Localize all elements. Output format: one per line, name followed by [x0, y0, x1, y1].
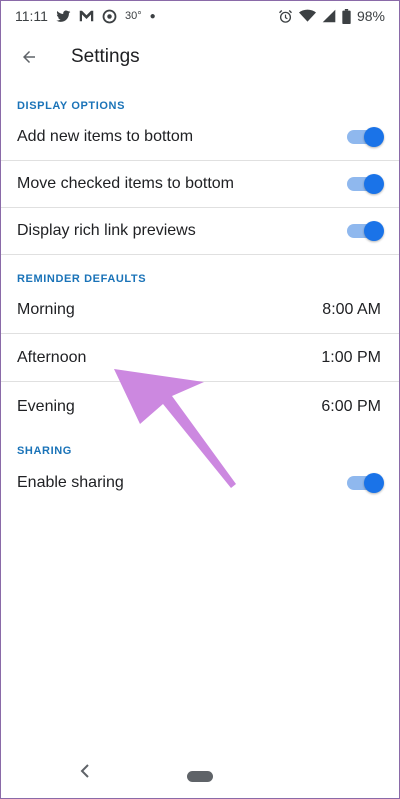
gmail-icon [79, 10, 94, 22]
reminder-morning[interactable]: Morning 8:00 AM [1, 287, 399, 334]
nav-home-pill[interactable] [187, 771, 213, 782]
nav-back-button[interactable] [79, 761, 99, 783]
status-time: 11:11 [15, 8, 48, 24]
toggle-knob [364, 127, 384, 147]
setting-label: Add new items to bottom [17, 128, 194, 145]
toggle-knob [364, 174, 384, 194]
page-title: Settings [71, 46, 140, 67]
status-bar: 11:11 30° ● 98% [1, 1, 399, 31]
status-temperature: 30° [124, 10, 142, 22]
setting-enable-sharing[interactable]: Enable sharing [1, 459, 399, 506]
chevron-left-icon [79, 761, 91, 781]
twitter-icon [56, 9, 71, 23]
toggle-knob [364, 472, 384, 493]
toggle-switch[interactable] [347, 221, 384, 241]
reminder-time: 6:00 PM [321, 397, 381, 415]
signal-icon [322, 9, 336, 23]
toggle-knob [364, 221, 384, 241]
reminder-evening[interactable]: Evening 6:00 PM [1, 383, 399, 430]
reminder-label: Afternoon [17, 349, 87, 366]
reminder-label: Evening [17, 397, 75, 415]
section-sharing: SHARING [17, 445, 72, 457]
reminder-time: 1:00 PM [321, 349, 381, 366]
section-display-options: DISPLAY OPTIONS [17, 100, 126, 112]
wifi-icon [298, 9, 316, 23]
setting-move-checked-items-bottom[interactable]: Move checked items to bottom [1, 161, 399, 208]
battery-percent: 98% [356, 8, 385, 24]
reminder-afternoon[interactable]: Afternoon 1:00 PM [1, 335, 399, 382]
back-button[interactable] [1, 31, 57, 83]
arrow-back-icon [20, 48, 38, 66]
section-reminder-defaults: REMINDER DEFAULTS [17, 273, 147, 285]
app-bar: Settings [1, 31, 399, 83]
app-icon [102, 9, 117, 24]
notification-dot: ● [149, 10, 156, 22]
toggle-switch[interactable] [347, 127, 384, 147]
setting-add-new-items-bottom[interactable]: Add new items to bottom [1, 114, 399, 161]
toggle-switch[interactable] [347, 472, 384, 493]
setting-label: Display rich link previews [17, 222, 196, 239]
reminder-time: 8:00 AM [322, 301, 381, 318]
alarm-icon [278, 9, 293, 24]
toggle-switch[interactable] [347, 174, 384, 194]
screen-frame: 11:11 30° ● 98% Settings DISPLAY OPTIONS… [0, 0, 400, 799]
system-nav-bar [1, 749, 399, 797]
battery-icon [342, 8, 351, 24]
setting-label: Move checked items to bottom [17, 175, 234, 192]
reminder-label: Morning [17, 301, 75, 318]
setting-label: Enable sharing [17, 473, 124, 491]
setting-display-rich-link-previews[interactable]: Display rich link previews [1, 208, 399, 255]
